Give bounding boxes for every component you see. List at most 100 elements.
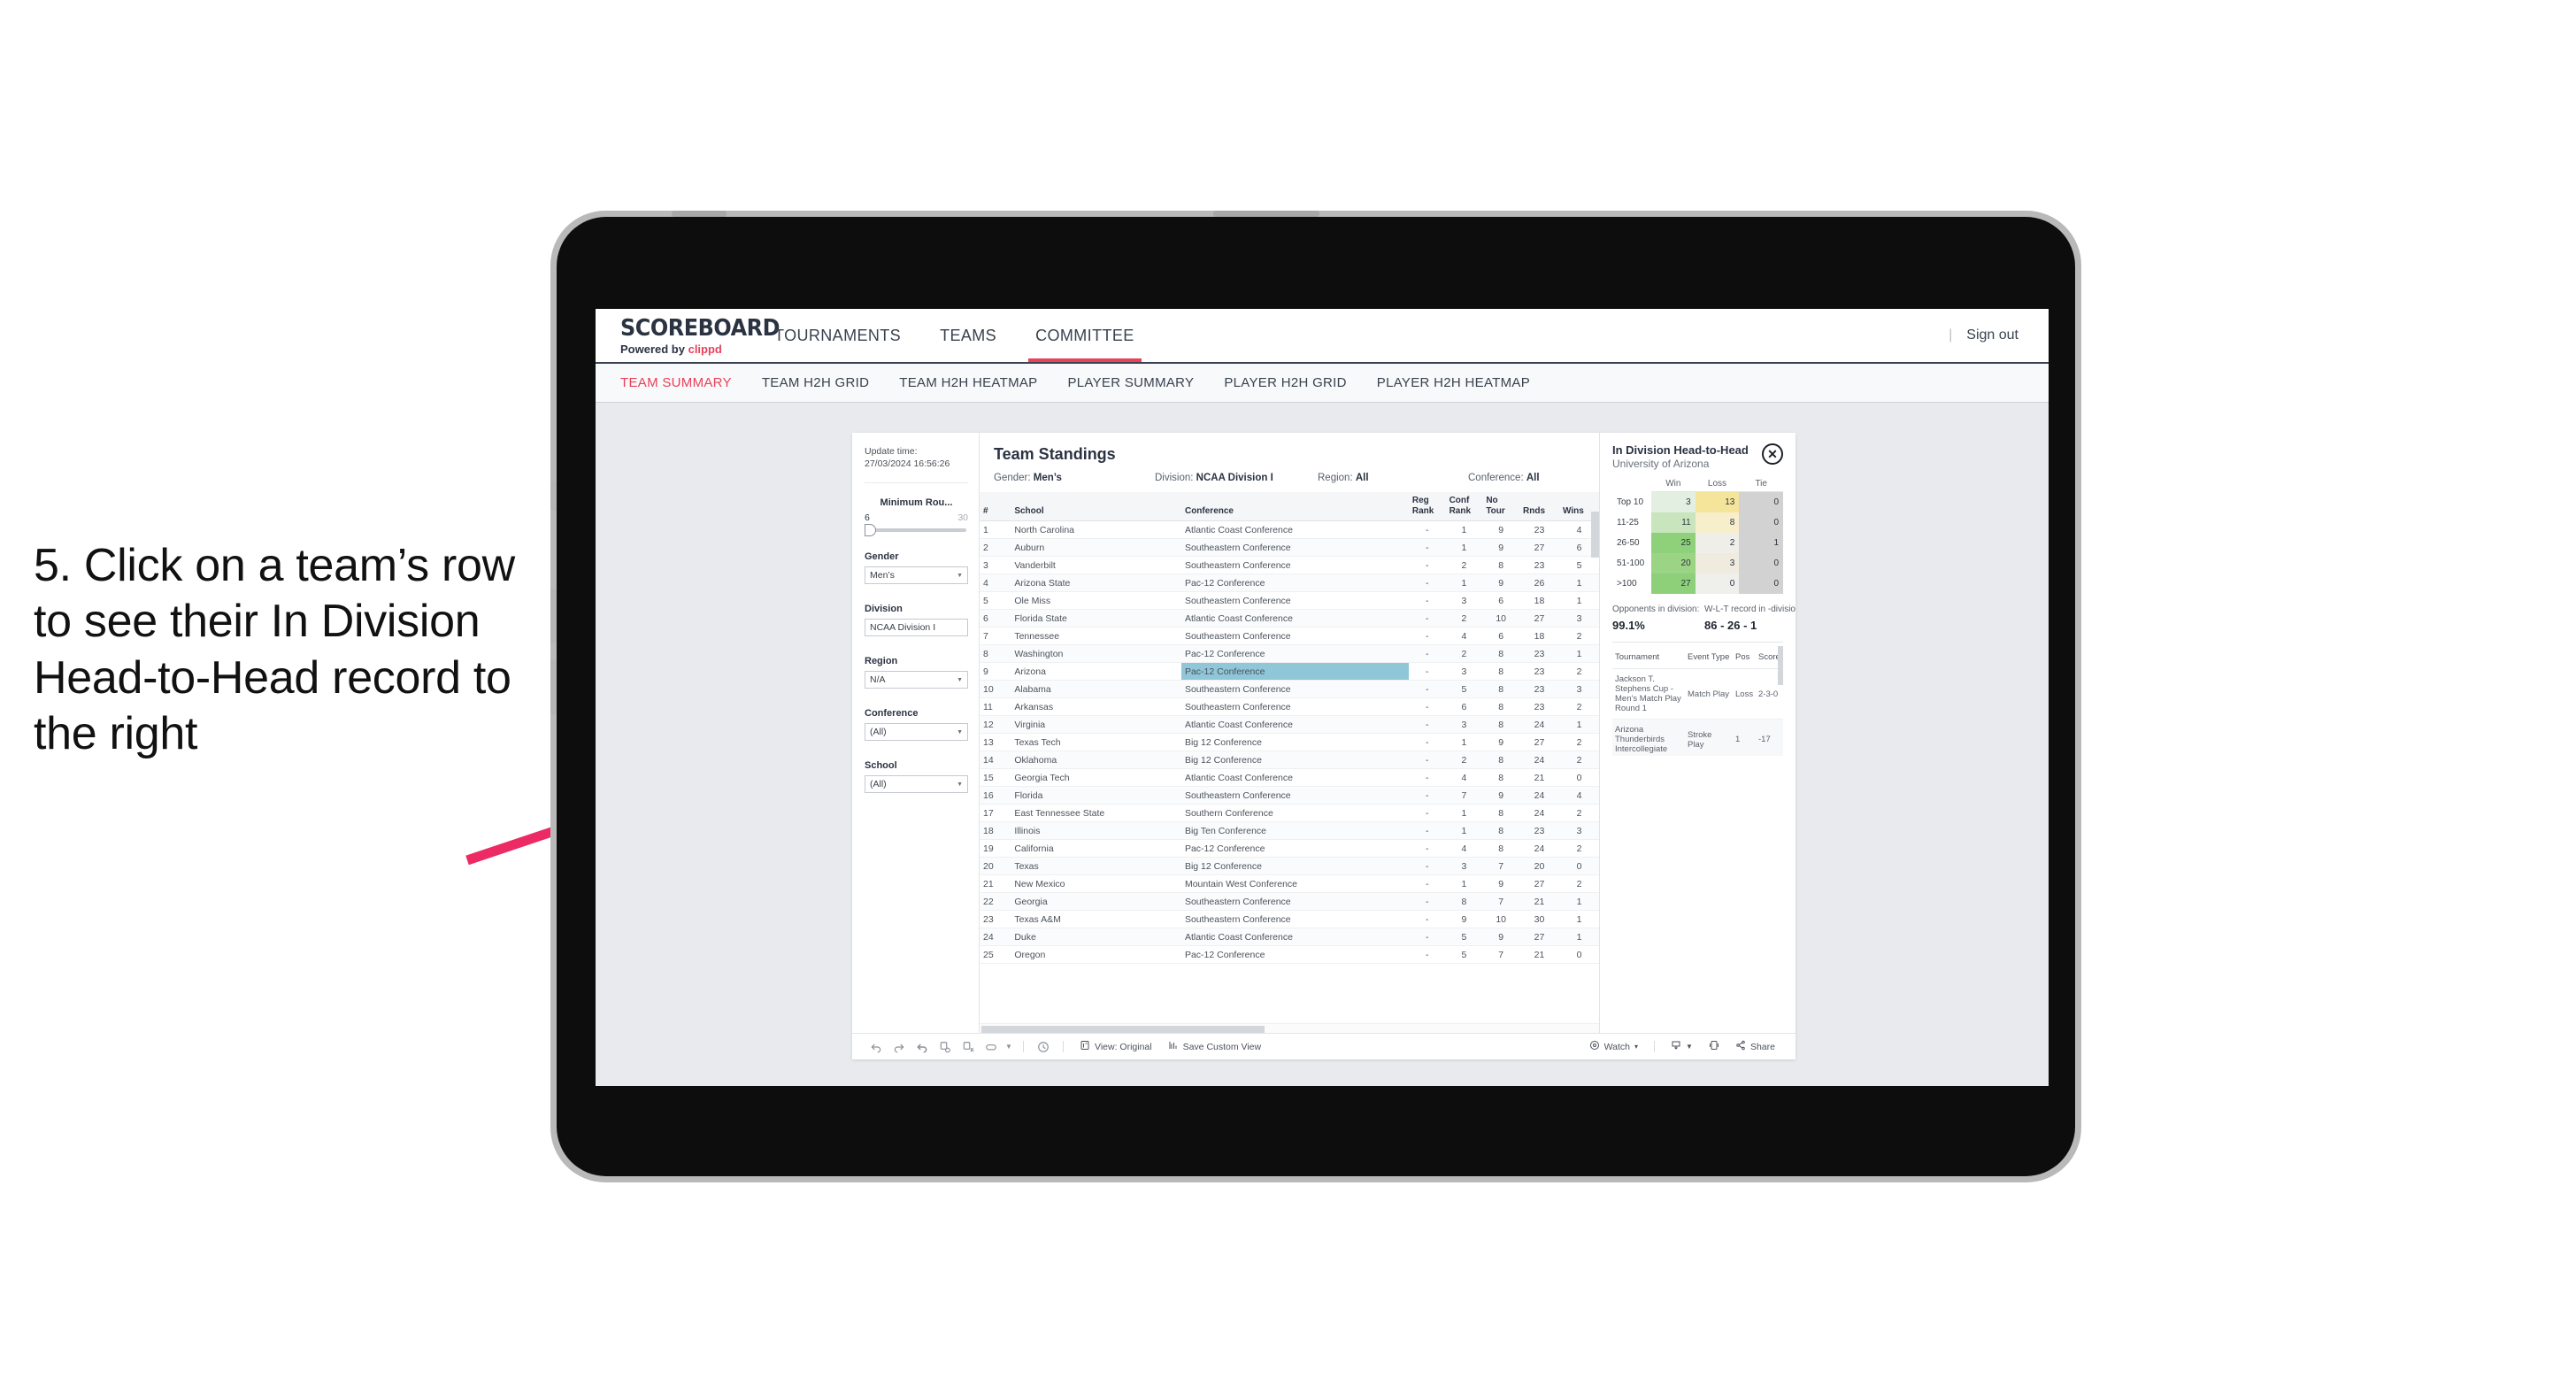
table-row[interactable]: 19 California Pac-12 Conference -4 8 24 2 [980, 839, 1599, 858]
revert-icon[interactable] [911, 1037, 934, 1057]
standings-horizontal-scrollbar[interactable] [981, 1026, 1265, 1033]
filter-region-select[interactable]: N/A ▼ [865, 671, 968, 689]
conference-cell: Atlantic Coast Conference [1180, 520, 1409, 539]
tab-player-h2h-heatmap[interactable]: PLAYER H2H HEATMAP [1377, 375, 1530, 390]
tab-player-h2h-grid[interactable]: PLAYER H2H GRID [1224, 375, 1346, 390]
h2h-col-win: Win [1651, 479, 1696, 492]
table-row[interactable]: 12 Virginia Atlantic Coast Conference -3 8 24… [980, 715, 1599, 734]
chevron-down-icon: ▼ [957, 781, 963, 788]
reg-rank-cell: - [1408, 821, 1446, 840]
reg-rank-cell: - [1408, 520, 1446, 539]
download-button[interactable]: ▼ [1663, 1040, 1701, 1053]
brand-logo[interactable]: SCOREBOARD Powered by clippd [596, 309, 780, 362]
col-rnds[interactable]: Rnds [1519, 492, 1559, 521]
rnds-cell: 27 [1519, 874, 1559, 893]
no-tour-cell: 10 [1482, 910, 1520, 928]
filter-school-select[interactable]: (All) ▼ [865, 775, 968, 794]
col-rank[interactable]: # [980, 492, 1011, 521]
refresh-data-icon[interactable] [934, 1037, 957, 1057]
table-row[interactable]: 7 Tennessee Southeastern Conference -4 6 18 2 [980, 627, 1599, 645]
table-row[interactable]: 11 Arkansas Southeastern Conference -6 8 23 2 [980, 697, 1599, 716]
table-row[interactable]: 22 Georgia Southeastern Conference -8 7 21 1 [980, 892, 1599, 911]
col-reg-rank[interactable]: Reg Rank [1408, 492, 1446, 521]
slider-track[interactable] [865, 524, 966, 537]
device-layout-icon[interactable] [980, 1037, 1003, 1057]
tab-team-summary[interactable]: TEAM SUMMARY [620, 375, 732, 390]
table-row[interactable]: 17 East Tennessee State Southern Conferenc… [980, 804, 1599, 822]
fullscreen-button[interactable] [1701, 1040, 1727, 1053]
standings-vertical-scrollbar[interactable] [1591, 512, 1599, 558]
filter-conference-select[interactable]: (All) ▼ [865, 723, 968, 742]
table-row[interactable]: 9 Arizona Pac-12 Conference -3 8 23 2 [980, 662, 1599, 681]
conf-rank-cell: 9 [1445, 910, 1483, 928]
table-row[interactable]: 10 Alabama Southeastern Conference -5 8 23 3 [980, 680, 1599, 698]
sign-out-link[interactable]: Sign out [1966, 327, 2019, 343]
rnds-cell: 23 [1519, 520, 1559, 539]
conference-cell: Big 12 Conference [1180, 857, 1409, 875]
table-row[interactable]: 18 Illinois Big Ten Conference -1 8 23 3 [980, 821, 1599, 840]
view-original-button[interactable]: View: Original [1072, 1040, 1160, 1053]
col-school[interactable]: School [1011, 492, 1181, 521]
nav-item-committee[interactable]: COMMITTEE [1016, 309, 1154, 362]
reg-rank-cell: - [1408, 874, 1446, 893]
wlt-label: W-L-T record in -division: [1704, 604, 1796, 614]
chevron-down-icon[interactable]: ▼ [1003, 1037, 1015, 1057]
table-row[interactable]: 14 Oklahoma Big 12 Conference -2 8 24 2 [980, 751, 1599, 769]
wins-cell: 2 [1559, 627, 1599, 645]
pause-updates-icon[interactable] [957, 1037, 980, 1057]
nav-item-teams[interactable]: TEAMS [920, 309, 1016, 362]
col-no-tour[interactable]: No Tour [1482, 492, 1520, 521]
col-conference[interactable]: Conference [1180, 492, 1409, 521]
table-row[interactable]: 15 Georgia Tech Atlantic Coast Conference -… [980, 768, 1599, 787]
conference-cell: Southeastern Conference [1180, 786, 1409, 805]
reg-rank-cell: - [1408, 662, 1446, 681]
clock-icon[interactable] [1032, 1037, 1055, 1057]
redo-icon[interactable] [888, 1037, 911, 1057]
share-label: Share [1749, 1041, 1775, 1052]
table-row[interactable]: 20 Texas Big 12 Conference -3 7 20 0 [980, 857, 1599, 875]
table-row[interactable]: 2 Auburn Southeastern Conference -1 9 27 6 [980, 538, 1599, 557]
table-row[interactable]: 21 New Mexico Mountain West Conference -1 9 2… [980, 874, 1599, 893]
device-power-button [550, 481, 557, 511]
table-row[interactable]: 6 Florida State Atlantic Coast Conference -… [980, 609, 1599, 628]
table-row[interactable]: 3 Vanderbilt Southeastern Conference -2 8 23 5 [980, 556, 1599, 574]
list-item[interactable]: Arizona Thunderbirds Intercollegiate Stro… [1612, 719, 1783, 756]
wins-cell: 5 [1559, 556, 1599, 574]
filter-division-label: Division [865, 604, 903, 615]
tournament-scrollbar[interactable] [1778, 646, 1783, 685]
tab-team-h2h-heatmap[interactable]: TEAM H2H HEATMAP [899, 375, 1037, 390]
update-time-label: Update time: [865, 446, 918, 457]
table-row[interactable]: 23 Texas A&M Southeastern Conference -9 10 30… [980, 910, 1599, 928]
filter-gender-select[interactable]: Men’s ▼ [865, 566, 968, 585]
conf-rank-cell: 5 [1445, 680, 1483, 698]
h2h-col-tie: Tie [1739, 479, 1783, 492]
conf-rank-cell: 1 [1445, 874, 1483, 893]
table-row[interactable]: 16 Florida Southeastern Conference -7 9 24 4 [980, 786, 1599, 805]
tab-player-summary[interactable]: PLAYER SUMMARY [1067, 375, 1194, 390]
col-conf-rank[interactable]: Conf Rank [1445, 492, 1483, 521]
table-row[interactable]: 25 Oregon Pac-12 Conference -5 7 21 0 [980, 945, 1599, 964]
conf-rank-cell: 1 [1445, 574, 1483, 592]
conf-rank-cell: 4 [1445, 627, 1483, 645]
table-row[interactable]: 24 Duke Atlantic Coast Conference -5 9 27 1 [980, 928, 1599, 946]
table-row[interactable]: 1 North Carolina Atlantic Coast Conference… [980, 520, 1599, 539]
nav-item-tournaments[interactable]: TOURNAMENTS [755, 309, 920, 362]
table-row[interactable]: 4 Arizona State Pac-12 Conference -1 9 26 1 [980, 574, 1599, 592]
filter-school-label: School [865, 760, 897, 772]
save-custom-view-button[interactable]: Save Custom View [1160, 1040, 1270, 1053]
conf-rank-cell: 2 [1445, 644, 1483, 663]
filter-division-select[interactable]: NCAA Division I [865, 619, 968, 637]
undo-icon[interactable] [865, 1037, 888, 1057]
tab-team-h2h-grid[interactable]: TEAM H2H GRID [762, 375, 869, 390]
topnav-right-group: | Sign out [1949, 309, 2049, 362]
school-cell: Texas Tech [1011, 733, 1181, 751]
watch-button[interactable]: Watch ▾ [1581, 1040, 1646, 1053]
tournament-table: Tournament Event Type Pos Score Jackson … [1612, 644, 1783, 756]
table-row[interactable]: 13 Texas Tech Big 12 Conference -1 9 27 2 [980, 733, 1599, 751]
close-icon[interactable]: ✕ [1762, 443, 1783, 465]
table-row[interactable]: 8 Washington Pac-12 Conference -2 8 23 1 [980, 644, 1599, 663]
table-row[interactable]: 5 Ole Miss Southeastern Conference -3 6 18 1 [980, 591, 1599, 610]
list-item[interactable]: Jackson T. Stephens Cup - Men’s Match Pl… [1612, 668, 1783, 720]
share-button[interactable]: Share [1727, 1040, 1783, 1053]
slider-handle[interactable] [865, 524, 876, 537]
